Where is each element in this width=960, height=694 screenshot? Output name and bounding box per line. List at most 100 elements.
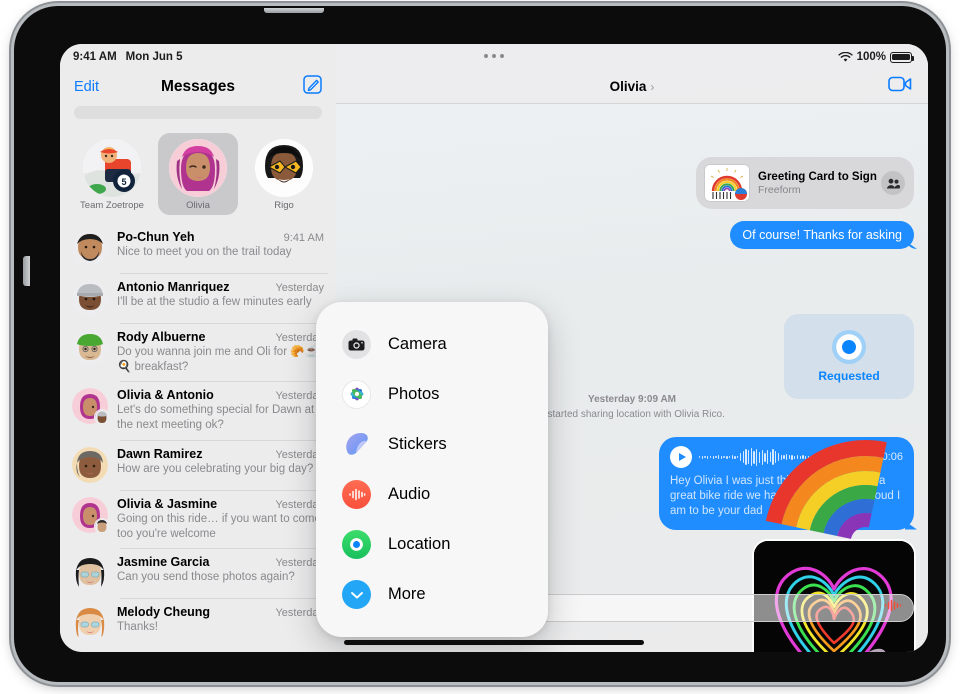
avatar	[72, 330, 108, 366]
message-preview: How are you celebrating your big day?	[117, 462, 314, 475]
location-icon	[342, 530, 371, 560]
page-title: Messages	[160, 78, 236, 95]
pinned-item-label: Rigo	[274, 200, 294, 211]
menu-item-label: Photos	[388, 384, 440, 403]
device-top-button	[264, 8, 324, 13]
device-side-button	[23, 256, 30, 286]
list-item[interactable]: Po-Chun Yeh 9:41 AM Nice to meet you on …	[60, 223, 336, 273]
photos-icon	[342, 379, 371, 409]
battery-full-icon	[890, 51, 915, 63]
contact-name: Antonio Manriquez	[117, 280, 230, 294]
pinned-item-team-zoetrope[interactable]: 5 Team Zoetrope	[72, 133, 152, 215]
audio-transcript: Hey Olivia I was just thinking about wha…	[670, 475, 901, 518]
audio-icon	[342, 480, 371, 510]
avatar	[72, 496, 110, 534]
list-item[interactable]: Olivia & Jasmine Yesterday Going on this…	[60, 489, 336, 548]
list-item-body: Olivia & Antonio Yesterday Let's do some…	[117, 388, 324, 432]
avatar	[72, 388, 110, 426]
menu-item-more[interactable]: More	[316, 575, 548, 615]
contact-name: Jasmine Garcia	[117, 555, 210, 570]
pinned-item-label: Team Zoetrope	[80, 200, 144, 211]
message-preview: Can you send those photos again?	[117, 571, 295, 584]
audio-waveform-icon[interactable]	[884, 599, 902, 617]
avatar-secondary	[94, 517, 110, 534]
compose-icon[interactable]	[303, 75, 322, 99]
message-preview: Going on this ride… if you want to come …	[117, 512, 321, 540]
location-target-icon	[832, 330, 866, 364]
menu-item-label: More	[388, 585, 426, 604]
menu-item-camera[interactable]: Camera	[316, 324, 548, 364]
list-item[interactable]: Dawn Ramirez Yesterday How are you celeb…	[60, 439, 336, 490]
freeform-thumbnail	[705, 165, 749, 201]
freeform-card-subtitle: Freeform	[758, 183, 801, 196]
avatar-secondary	[94, 409, 110, 426]
list-item-body: Jasmine Garcia Yesterday Can you send th…	[117, 555, 324, 591]
menu-item-label: Location	[388, 535, 451, 554]
home-indicator[interactable]	[344, 640, 644, 645]
menu-item-location[interactable]: Location	[316, 525, 548, 565]
contact-name: Po-Chun Yeh	[117, 230, 195, 244]
avatar	[72, 446, 108, 483]
contact-name: Olivia & Antonio	[117, 388, 214, 403]
conversation-list: Po-Chun Yeh 9:41 AM Nice to meet you on …	[60, 223, 336, 648]
conversation-title[interactable]: Olivia ›	[336, 79, 928, 94]
location-request-bubble[interactable]: Requested	[784, 314, 914, 399]
list-item[interactable]: Rody Albuerne Yesterday Do you wanna joi…	[60, 323, 336, 381]
timestamp: Yesterday	[275, 282, 324, 294]
multitasking-dots-icon[interactable]	[60, 50, 928, 62]
freeform-card-message[interactable]: Greeting Card to Sign Freeform	[696, 157, 914, 209]
audio-message-bubble[interactable]: 00:06 Hey Olivia I was just thinking abo…	[659, 437, 914, 530]
message-preview: Let's do something special for Dawn at t…	[117, 404, 315, 432]
menu-item-label: Camera	[388, 334, 447, 353]
contact-name: Rody Albuerne	[117, 330, 206, 344]
menu-item-label: Audio	[388, 485, 431, 504]
menu-item-photos[interactable]: Photos	[316, 374, 548, 414]
contact-name: Melody Cheung	[117, 605, 211, 620]
search-input[interactable]	[74, 106, 322, 119]
message-preview: Thanks!	[117, 621, 158, 634]
location-request-label: Requested	[818, 369, 880, 383]
list-item[interactable]: Melody Cheung Yesterday Thanks!	[60, 598, 336, 648]
avatar: 5	[83, 139, 141, 197]
messages-sidebar: Edit Messages 5 Team Zoetrope Olivia Rig…	[60, 44, 336, 652]
list-item-body: Olivia & Jasmine Yesterday Going on this…	[117, 497, 324, 541]
ipad-device-frame: 9:41 AM Mon Jun 5 100% Edit Messages 5 T…	[14, 6, 946, 682]
list-item-body: Dawn Ramirez Yesterday How are you celeb…	[117, 447, 324, 483]
message-preview: Do you wanna join me and Oli for 🥐☕🍳 bre…	[117, 346, 319, 373]
pinned-item-label: Olivia	[186, 200, 210, 211]
people-group-icon	[881, 171, 905, 195]
pinned-conversations: 5 Team Zoetrope Olivia Rigo	[60, 129, 336, 223]
avatar	[255, 139, 313, 197]
menu-item-label: Stickers	[388, 434, 447, 453]
list-item[interactable]: Antonio Manriquez Yesterday I'll be at t…	[60, 273, 336, 323]
message-preview: I'll be at the studio a few minutes earl…	[117, 296, 312, 308]
timestamp: 9:41 AM	[283, 232, 324, 244]
contact-name: Dawn Ramirez	[117, 446, 203, 461]
list-item[interactable]: Jasmine Garcia Yesterday Can you send th…	[60, 548, 336, 598]
avatar	[72, 230, 108, 266]
pinned-item-rigo[interactable]: Rigo	[244, 133, 324, 215]
freeform-card-title: Greeting Card to Sign	[758, 170, 877, 183]
pinned-item-olivia[interactable]: Olivia	[158, 133, 238, 215]
play-icon[interactable]	[670, 446, 692, 468]
svg-text:5: 5	[121, 177, 126, 187]
stickers-icon	[342, 430, 371, 459]
facetime-video-icon[interactable]	[888, 76, 912, 97]
list-item[interactable]: Olivia & Antonio Yesterday Let's do some…	[60, 381, 336, 439]
attachment-menu-popup: Camera Photos Stickers Audio Location Mo…	[316, 302, 548, 637]
list-item-body: Antonio Manriquez Yesterday I'll be at t…	[117, 280, 324, 316]
camera-icon	[342, 329, 371, 359]
list-item-body: Rody Albuerne Yesterday Do you wanna joi…	[117, 330, 324, 374]
freeform-card-text: Greeting Card to Sign Freeform	[758, 170, 877, 196]
avatar	[169, 139, 227, 197]
contact-name: Olivia & Jasmine	[117, 496, 218, 511]
audio-duration: 00:06	[875, 451, 903, 463]
sent-message-bubble: Of course! Thanks for asking	[730, 221, 914, 249]
avatar	[72, 280, 108, 316]
avatar	[72, 555, 108, 592]
menu-item-audio[interactable]: Audio	[316, 475, 548, 515]
conversation-title-text: Olivia	[609, 79, 647, 94]
ipad-screen: 9:41 AM Mon Jun 5 100% Edit Messages 5 T…	[60, 44, 928, 652]
menu-item-stickers[interactable]: Stickers	[316, 424, 548, 464]
message-preview: Nice to meet you on the trail today	[117, 246, 292, 258]
